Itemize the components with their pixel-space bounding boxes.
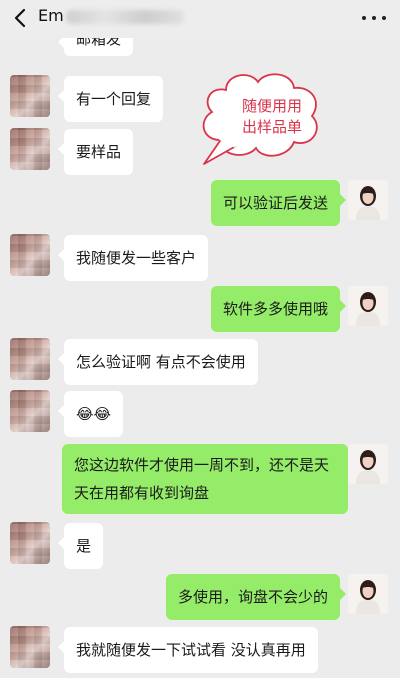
message-text: 有一个回复 <box>76 90 152 108</box>
chat-title: Em <box>38 6 184 25</box>
annotation-line: 随便用用 <box>241 97 302 115</box>
message-text: 软件多多使用哦 <box>222 300 328 318</box>
contact-avatar[interactable] <box>10 390 50 432</box>
contact-avatar[interactable] <box>10 522 50 564</box>
user-avatar[interactable] <box>348 574 388 614</box>
message-text: 我就随便发一下试试看 没认真再用 <box>76 641 306 659</box>
message-bubble[interactable]: 😂😂 <box>57 391 124 437</box>
message-text: 😂😂 <box>76 405 112 423</box>
user-portrait-icon <box>348 574 388 614</box>
user-portrait-icon <box>348 444 388 484</box>
message-bubble[interactable]: 要样品 <box>57 129 134 175</box>
message-text: 多使用，询盘不会少的 <box>177 588 328 606</box>
contact-avatar[interactable] <box>10 234 50 276</box>
message-bubble[interactable]: 我随便发一些客户 <box>57 235 209 281</box>
message-bubble[interactable]: 是 <box>57 523 104 569</box>
message-text: 怎么验证啊 有点不会使用 <box>76 353 246 371</box>
message-bubble[interactable]: 软件多多使用哦 <box>210 286 347 332</box>
message-bubble[interactable]: 多使用，询盘不会少的 <box>165 574 347 620</box>
message-bubble[interactable]: 怎么验证啊 有点不会使用 <box>58 339 258 385</box>
message-text: 我随便发一些客户 <box>76 249 197 267</box>
message-bubble[interactable]: 您这边软件才使用一周不到，还不是天天在用都有收到询盘 <box>62 444 354 514</box>
annotation-text: 随便用用 出样品单 <box>232 96 312 138</box>
contact-avatar[interactable] <box>10 338 50 380</box>
user-portrait-icon <box>348 180 388 220</box>
chat-title-text: Em <box>38 6 64 25</box>
message-text: 要样品 <box>76 143 122 161</box>
message-text: 您这边软件才使用一周不到，还不是天天在用都有收到询盘 <box>74 456 330 502</box>
annotation-line: 出样品单 <box>241 118 302 136</box>
contact-avatar[interactable] <box>10 128 50 170</box>
message-bubble[interactable]: 可以验证后发送 <box>210 180 347 226</box>
message-text: 可以验证后发送 <box>222 194 328 212</box>
back-button[interactable] <box>10 5 30 31</box>
contact-avatar[interactable] <box>10 626 50 668</box>
chevron-left-icon <box>14 8 26 28</box>
contact-avatar[interactable] <box>10 75 50 117</box>
title-redaction <box>65 9 184 24</box>
user-avatar[interactable] <box>348 286 388 326</box>
user-avatar[interactable] <box>348 180 388 220</box>
chat-header: Em <box>0 0 400 38</box>
user-portrait-icon <box>348 286 388 326</box>
message-bubble[interactable]: 有一个回复 <box>57 76 164 122</box>
more-dots-icon <box>362 16 366 20</box>
message-text: 是 <box>76 537 92 555</box>
message-bubble[interactable]: 我就随便发一下试试看 没认真再用 <box>58 627 318 673</box>
more-button[interactable] <box>362 8 386 28</box>
user-avatar[interactable] <box>348 444 388 484</box>
